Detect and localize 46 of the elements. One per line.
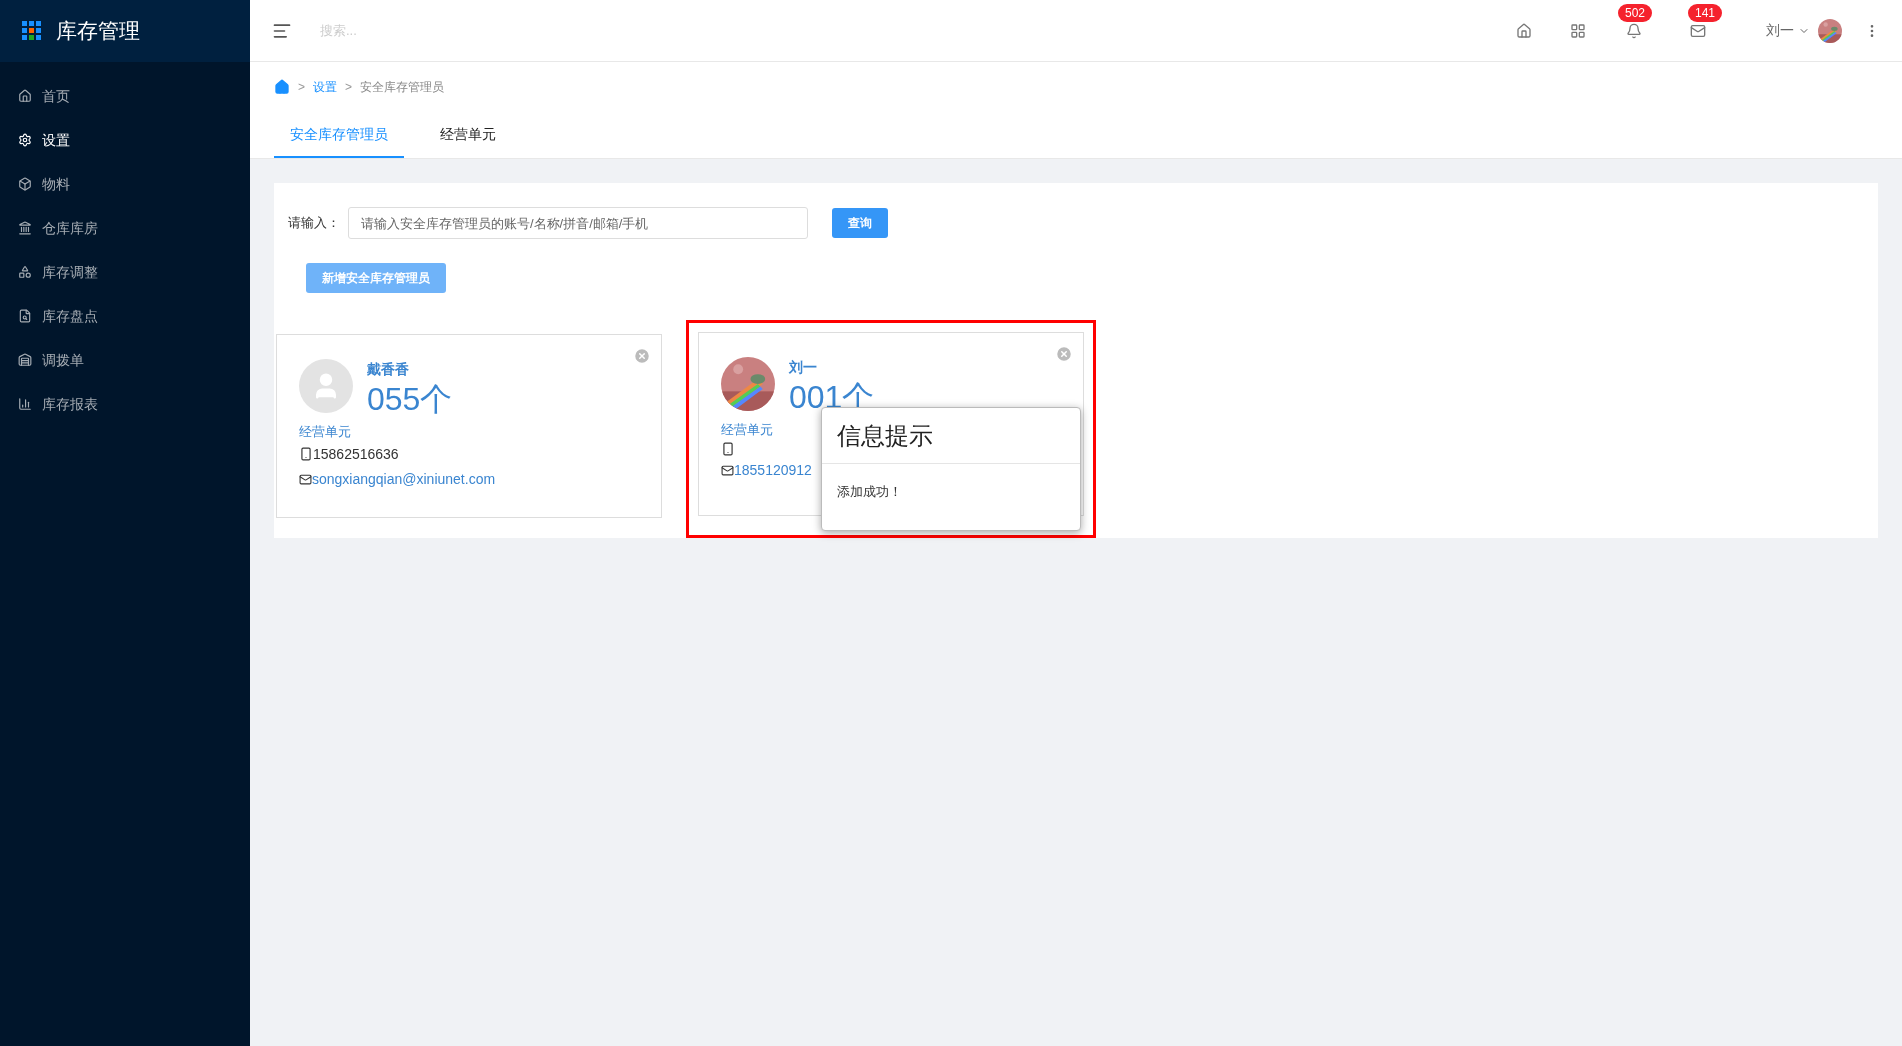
breadcrumb-item: 安全库存管理员 (360, 79, 445, 96)
mail-icon (299, 472, 312, 486)
keyword-field[interactable]: 请输入安全库存管理员的账号/名称/拼音/邮箱/手机 (348, 207, 808, 239)
phone-icon (299, 447, 313, 461)
bank-icon (18, 221, 32, 235)
search-label: 请输入： (288, 214, 340, 233)
cube-icon (18, 177, 32, 191)
bar-chart-icon (18, 397, 32, 411)
grid-icon[interactable] (1570, 22, 1586, 39)
home-icon[interactable] (1516, 22, 1532, 39)
dialog-message: 添加成功！ (836, 483, 903, 501)
unit-label: 经营单元 (721, 421, 773, 439)
app-grid-icon (22, 21, 42, 41)
file-search-icon (18, 309, 32, 323)
user-name[interactable]: 刘一 (1766, 20, 1794, 41)
message-badge: 141 (1688, 3, 1723, 22)
email-link[interactable]: songxiangqian@xiniunet.com (312, 468, 496, 490)
sidebar-item[interactable]: 物料 (0, 162, 250, 206)
tab[interactable]: 经营单元 (424, 112, 512, 158)
breadcrumb-separator: > (298, 79, 305, 96)
gear-icon (18, 133, 32, 147)
dialog-title: 信息提示 (822, 408, 1080, 464)
home-icon (18, 89, 32, 103)
breadcrumb-separator: > (345, 79, 353, 96)
sidebar-item[interactable]: 库存调整 (0, 250, 250, 294)
home-icon[interactable] (274, 79, 290, 95)
unit-label: 经营单元 (299, 423, 351, 441)
mail-icon (721, 463, 734, 477)
warehouse-icon (18, 353, 32, 367)
notification-badge: 502 (1618, 3, 1653, 22)
sidebar-item[interactable]: 调拨单 (0, 338, 250, 382)
sidebar-item[interactable]: 库存报表 (0, 382, 250, 426)
unit-count: 055个 (367, 380, 453, 418)
phone-number: 15862516636 (313, 444, 399, 464)
manager-name: 刘一 (789, 358, 818, 377)
sidebar-item[interactable]: 仓库库房 (0, 206, 250, 250)
mail-icon[interactable] (1690, 22, 1706, 39)
phone-icon (721, 441, 735, 456)
email-link[interactable]: 1855120912 (734, 459, 812, 481)
sidebar-item[interactable]: 首页 (0, 74, 250, 118)
shapes-icon (18, 265, 32, 279)
app-title: 库存管理 (56, 18, 140, 45)
bell-icon[interactable] (1626, 22, 1642, 39)
sidebar-item[interactable]: 设置 (0, 118, 250, 162)
sidebar-item[interactable]: 库存盘点 (0, 294, 250, 338)
manager-name: 戴香香 (367, 360, 410, 379)
